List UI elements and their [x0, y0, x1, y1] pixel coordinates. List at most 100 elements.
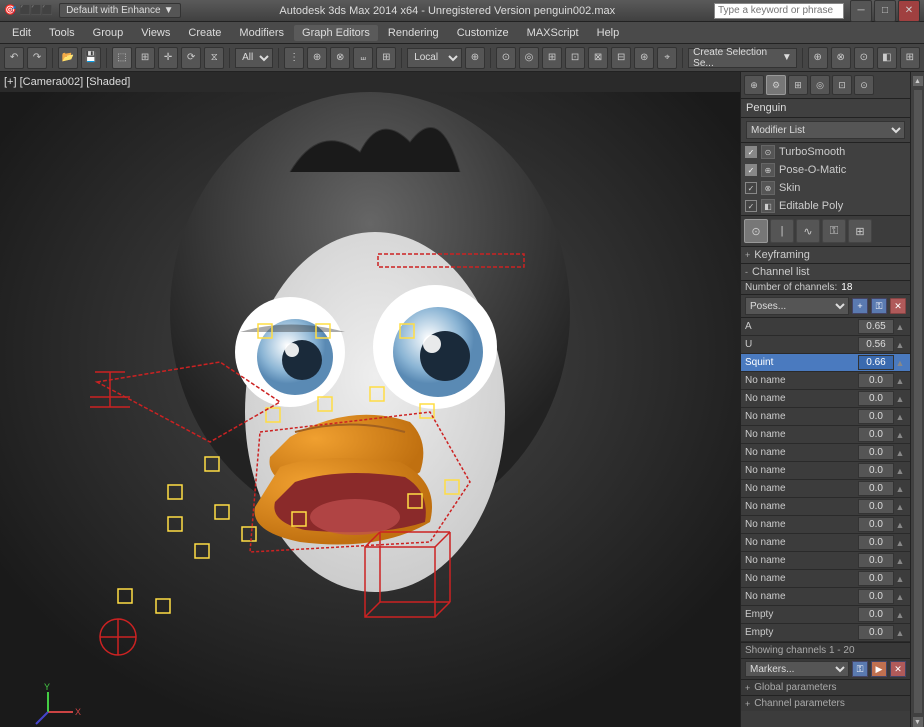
select-scale[interactable]: ⧖ — [204, 47, 224, 69]
sub-tab-5[interactable]: ⊞ — [848, 219, 872, 243]
save-button[interactable]: 💾 — [81, 47, 101, 69]
open-button[interactable]: 📂 — [58, 47, 78, 69]
channel-value-7[interactable] — [858, 445, 894, 460]
mod-item-editpoly[interactable]: ✓ ◧ Editable Poly — [741, 197, 910, 215]
tab-hierarchy[interactable]: ⊞ — [788, 75, 808, 95]
channel-row-12[interactable]: No name ▲ — [741, 534, 910, 552]
modifier-list-select[interactable]: Modifier List — [746, 121, 905, 139]
sub-tab-4[interactable]: ⚿ — [822, 219, 846, 243]
channel-arrow-0[interactable]: ▲ — [894, 322, 906, 332]
channel-arrow-11[interactable]: ▲ — [894, 520, 906, 530]
channel-row-15[interactable]: No name ▲ — [741, 588, 910, 606]
poses-select[interactable]: Poses... — [745, 297, 849, 315]
search-input[interactable] — [714, 3, 844, 19]
selection-filter-dropdown[interactable]: Create Selection Se... ▼ — [688, 48, 797, 68]
channel-value-16[interactable] — [858, 607, 894, 622]
markers-del-btn[interactable]: ✕ — [890, 661, 906, 677]
channel-row-4[interactable]: No name ▲ — [741, 390, 910, 408]
tb6[interactable]: ⊟ — [611, 47, 631, 69]
channel-arrow-13[interactable]: ▲ — [894, 556, 906, 566]
channel-value-17[interactable] — [858, 625, 894, 640]
tb9[interactable]: ⊕ — [808, 47, 828, 69]
close-button[interactable]: ✕ — [898, 0, 920, 22]
channel-row-5[interactable]: No name ▲ — [741, 408, 910, 426]
channel-arrow-3[interactable]: ▲ — [894, 376, 906, 386]
channel-value-15[interactable] — [858, 589, 894, 604]
mod-item-turbosm[interactable]: ✓ ⊙ TurboSmooth — [741, 143, 910, 161]
select-button[interactable]: ⬚ — [112, 47, 132, 69]
viewport[interactable]: [+] [Camera002] [Shaded] — [0, 72, 740, 727]
channel-row-6[interactable]: No name ▲ — [741, 426, 910, 444]
menu-rendering[interactable]: Rendering — [380, 25, 447, 41]
channel-arrow-6[interactable]: ▲ — [894, 430, 906, 440]
channel-arrow-9[interactable]: ▲ — [894, 484, 906, 494]
channel-arrow-10[interactable]: ▲ — [894, 502, 906, 512]
channel-row-9[interactable]: No name ▲ — [741, 480, 910, 498]
undo-button[interactable]: ↶ — [4, 47, 24, 69]
tb7[interactable]: ⊛ — [634, 47, 654, 69]
sub-tab-3[interactable]: ∿ — [796, 219, 820, 243]
window-controls[interactable]: 🎯 ⬛⬛⬛ — [4, 5, 53, 16]
mirror-button[interactable]: ⧢ — [353, 47, 373, 69]
channel-row-14[interactable]: No name ▲ — [741, 570, 910, 588]
scroll-down[interactable]: ▼ — [913, 717, 923, 727]
menu-tools[interactable]: Tools — [41, 25, 83, 41]
maximize-button[interactable]: □ — [874, 0, 896, 22]
channel-arrow-17[interactable]: ▲ — [894, 628, 906, 638]
filter-select[interactable]: All — [235, 48, 273, 68]
menu-group[interactable]: Group — [85, 25, 132, 41]
tb10[interactable]: ⊗ — [831, 47, 851, 69]
snap3[interactable]: ⊗ — [330, 47, 350, 69]
scroll-up[interactable]: ▲ — [913, 76, 923, 86]
channel-value-9[interactable] — [858, 481, 894, 496]
pivot-button[interactable]: ⊕ — [465, 47, 485, 69]
channel-row-7[interactable]: No name ▲ — [741, 444, 910, 462]
tb4[interactable]: ⊡ — [565, 47, 585, 69]
channel-value-13[interactable] — [858, 553, 894, 568]
select-region[interactable]: ⊞ — [135, 47, 155, 69]
channel-row-17[interactable]: Empty ▲ — [741, 624, 910, 642]
markers-select[interactable]: Markers... — [745, 661, 849, 677]
channel-value-2[interactable] — [858, 355, 894, 370]
poses-key-btn[interactable]: ⚿ — [871, 298, 887, 314]
tb2[interactable]: ◎ — [519, 47, 539, 69]
redo-button[interactable]: ↷ — [27, 47, 47, 69]
channel-arrow-7[interactable]: ▲ — [894, 448, 906, 458]
keyframing-expand[interactable]: + — [745, 250, 750, 260]
channel-value-12[interactable] — [858, 535, 894, 550]
channel-value-3[interactable] — [858, 373, 894, 388]
menu-create[interactable]: Create — [180, 25, 229, 41]
channel-value-14[interactable] — [858, 571, 894, 586]
tab-create[interactable]: ⊕ — [744, 75, 764, 95]
channel-arrow-15[interactable]: ▲ — [894, 592, 906, 602]
align-button[interactable]: ⊞ — [376, 47, 396, 69]
mod-editpoly-checkbox[interactable]: ✓ — [745, 200, 757, 212]
tb1[interactable]: ⊙ — [496, 47, 516, 69]
coord-select[interactable]: Local — [407, 48, 462, 68]
mod-skin-checkbox[interactable]: ✓ — [745, 182, 757, 194]
markers-play-btn[interactable]: ▶ — [871, 661, 887, 677]
poses-delete-btn[interactable]: ✕ — [890, 298, 906, 314]
channel-row-16[interactable]: Empty ▲ — [741, 606, 910, 624]
menu-views[interactable]: Views — [133, 25, 178, 41]
channel-row-8[interactable]: No name ▲ — [741, 462, 910, 480]
select-move[interactable]: ✛ — [158, 47, 178, 69]
channel-arrow-14[interactable]: ▲ — [894, 574, 906, 584]
mod-item-poseom[interactable]: ✓ ⊕ Pose-O-Matic — [741, 161, 910, 179]
channel-list-expand[interactable]: - — [745, 267, 748, 277]
sub-tab-parameters[interactable]: ⊙ — [744, 219, 768, 243]
select-rotate[interactable]: ⟳ — [181, 47, 201, 69]
scrollbar-track[interactable] — [914, 90, 922, 713]
tab-display[interactable]: ⊡ — [832, 75, 852, 95]
channel-row-2[interactable]: Squint ▲ — [741, 354, 910, 372]
channel-value-11[interactable] — [858, 517, 894, 532]
channel-row-0[interactable]: A ▲ — [741, 318, 910, 336]
channel-arrow-12[interactable]: ▲ — [894, 538, 906, 548]
channel-row-3[interactable]: No name ▲ — [741, 372, 910, 390]
menu-customize[interactable]: Customize — [449, 25, 517, 41]
channel-params-expand[interactable]: + — [745, 699, 750, 709]
tab-utilities[interactable]: ⊙ — [854, 75, 874, 95]
sub-tab-2[interactable]: | — [770, 219, 794, 243]
minimize-button[interactable]: ─ — [850, 0, 872, 22]
window-buttons[interactable]: ─ □ ✕ — [850, 0, 920, 22]
